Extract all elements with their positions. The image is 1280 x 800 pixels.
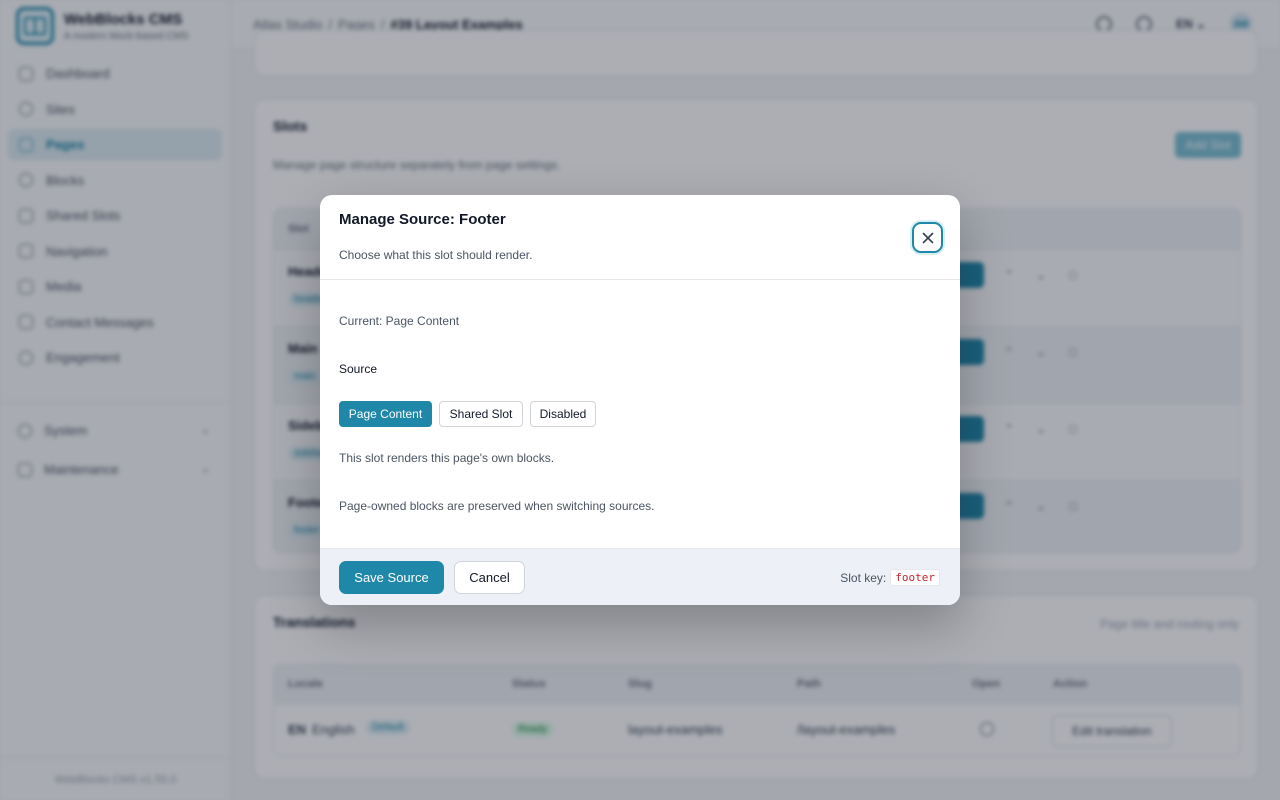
source-option-shared-slot[interactable]: Shared Slot bbox=[439, 401, 523, 427]
slot-key: Slot key: footer bbox=[840, 569, 940, 586]
modal-footer: Save Source Cancel Slot key: footer bbox=[320, 548, 960, 605]
slot-key-value: footer bbox=[890, 569, 940, 586]
slot-key-label: Slot key: bbox=[840, 570, 887, 585]
preservation-note: Page-owned blocks are preserved when swi… bbox=[339, 499, 655, 513]
manage-source-dialog: Manage Source: Footer Choose what this s… bbox=[320, 195, 960, 605]
source-option-disabled[interactable]: Disabled bbox=[530, 401, 596, 427]
source-help-text: This slot renders this page's own blocks… bbox=[339, 451, 555, 465]
modal-header: Manage Source: Footer Choose what this s… bbox=[320, 195, 960, 280]
modal-subtitle: Choose what this slot should render. bbox=[339, 248, 533, 262]
source-label: Source bbox=[339, 362, 378, 376]
current-source: Current: Page Content bbox=[339, 314, 460, 328]
cancel-button[interactable]: Cancel bbox=[454, 561, 525, 594]
modal-title: Manage Source: Footer bbox=[339, 211, 506, 228]
close-button[interactable] bbox=[912, 222, 943, 253]
close-icon bbox=[922, 232, 933, 243]
source-option-page-content[interactable]: Page Content bbox=[339, 401, 432, 427]
save-source-button[interactable]: Save Source bbox=[339, 561, 444, 594]
